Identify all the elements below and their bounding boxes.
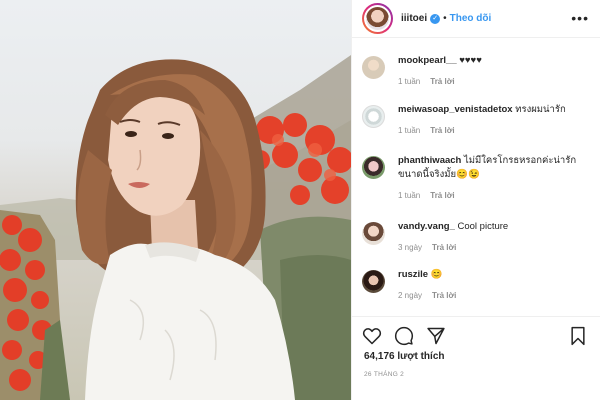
comment-text: ♥♥♥♥ <box>459 55 482 66</box>
post-photo[interactable] <box>0 0 351 400</box>
action-icons <box>362 326 446 346</box>
comment-username[interactable]: mookpearl__ <box>398 55 457 66</box>
comment-username[interactable]: vandy.vang_ <box>398 221 455 232</box>
comment-text: Cool picture <box>457 221 509 232</box>
reply-button[interactable]: Trả lời <box>432 291 456 300</box>
comment-item: ruszile 😊 2 ngày Trả lời <box>362 268 594 303</box>
comment-text: ทรงผมน่ารัก <box>515 104 566 115</box>
reply-button[interactable]: Trả lời <box>432 243 456 252</box>
follow-button[interactable]: Theo dõi <box>450 13 492 24</box>
comment-item: phanthiwaach ไม่มีใครโกรธหรอกค่ะน่ารักขน… <box>362 154 594 203</box>
comment-icon[interactable] <box>394 326 414 346</box>
commenter-avatar[interactable] <box>362 105 385 128</box>
instagram-post: iiitoei ✓ • Theo dõi ••• mookpearl__ ♥♥♥… <box>0 0 600 400</box>
save-button[interactable] <box>569 326 587 346</box>
reply-button[interactable]: Trả lời <box>430 191 454 200</box>
comment-username[interactable]: ruszile <box>398 269 428 280</box>
commenter-avatar[interactable] <box>362 156 385 179</box>
comment-item: vandy.vang_ Cool picture 3 ngày Trả lời <box>362 220 594 255</box>
share-icon[interactable] <box>426 326 446 346</box>
commenter-avatar[interactable] <box>362 222 385 245</box>
comment-username[interactable]: phanthiwaach <box>398 155 461 166</box>
comment-item: meiwasoap_venistadetox ทรงผมน่ารัก 1 tuầ… <box>362 103 594 138</box>
comment-time: 1 tuần <box>398 77 421 86</box>
header-separator: • <box>443 13 447 24</box>
author-avatar[interactable] <box>362 3 393 34</box>
author-username[interactable]: iiitoei <box>401 13 427 24</box>
post-photo-image <box>0 55 351 400</box>
commenter-avatar[interactable] <box>362 270 385 293</box>
reply-button[interactable]: Trả lời <box>430 126 454 135</box>
likes-count[interactable]: 64,176 lượt thích <box>364 351 445 362</box>
post-date: 26 THÁNG 2 <box>364 371 405 378</box>
heart-icon[interactable] <box>362 326 382 346</box>
comment-item: mookpearl__ ♥♥♥♥ 1 tuần Trả lời <box>362 54 594 89</box>
comment-time: 1 tuần <box>398 191 421 200</box>
comment-time: 1 tuần <box>398 126 421 135</box>
comment-time: 2 ngày <box>398 291 423 300</box>
reply-button[interactable]: Trả lời <box>430 77 454 86</box>
bookmark-icon[interactable] <box>569 326 587 346</box>
comment-time: 3 ngày <box>398 243 423 252</box>
comment-list: mookpearl__ ♥♥♥♥ 1 tuần Trả lời meiwasoap… <box>352 38 600 316</box>
verified-badge-icon: ✓ <box>430 13 441 24</box>
more-horizontal-icon[interactable]: ••• <box>571 10 589 26</box>
comment-username[interactable]: meiwasoap_venistadetox <box>398 104 513 115</box>
comment-text: 😊 <box>430 269 443 280</box>
post-header: iiitoei ✓ • Theo dõi ••• <box>352 0 600 38</box>
commenter-avatar[interactable] <box>362 56 385 79</box>
post-sidebar: iiitoei ✓ • Theo dõi ••• mookpearl__ ♥♥♥… <box>351 0 600 400</box>
post-actions: 64,176 lượt thích 26 THÁNG 2 <box>352 316 600 400</box>
author-avatar-image <box>366 7 389 30</box>
